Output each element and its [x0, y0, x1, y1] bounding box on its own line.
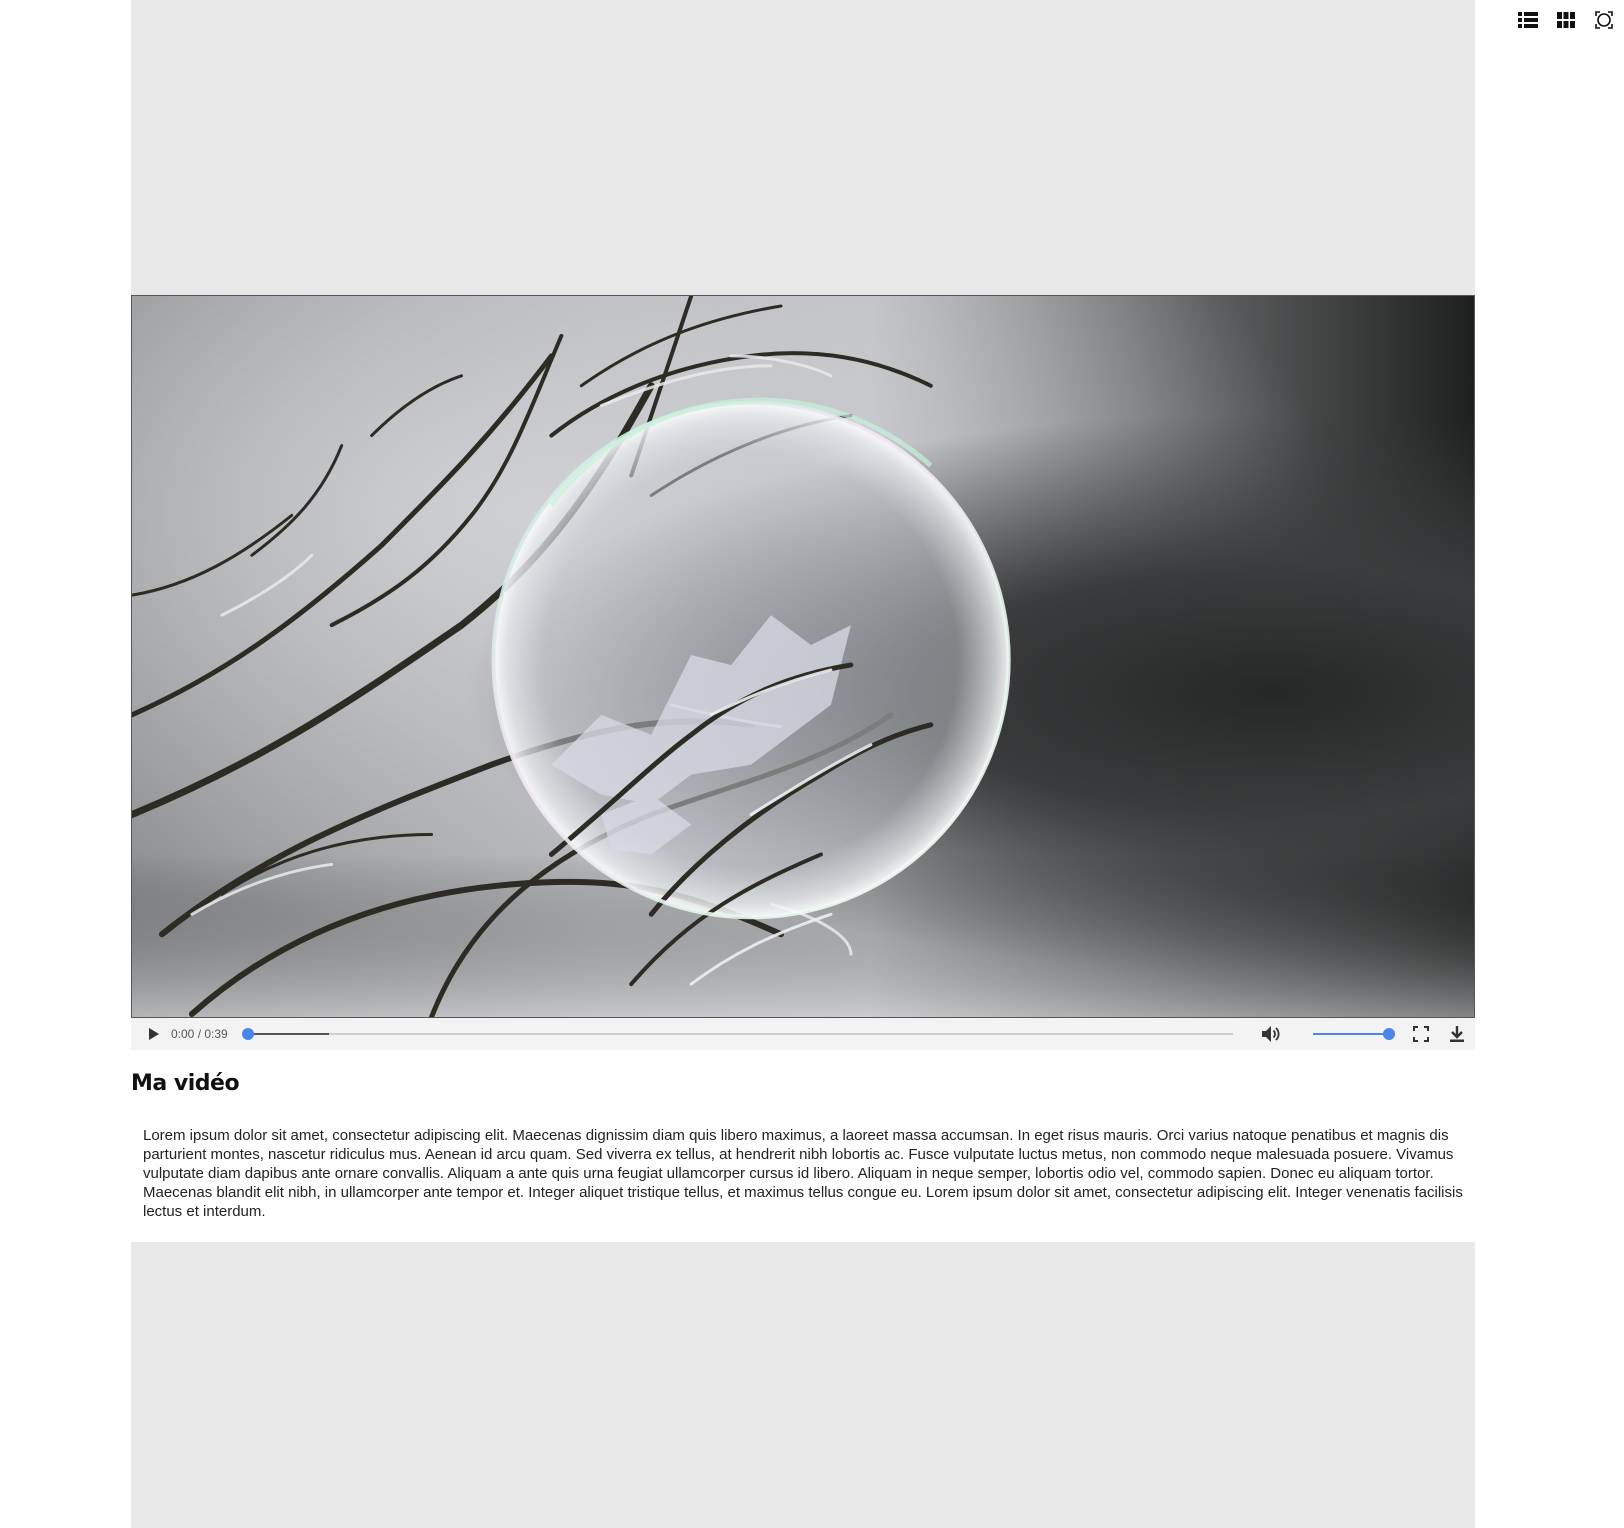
- video-frame[interactable]: [131, 295, 1475, 1018]
- play-icon[interactable]: [143, 1024, 163, 1044]
- video-description: Lorem ipsum dolor sit amet, consectetur …: [143, 1127, 1463, 1220]
- volume-slider[interactable]: [1313, 1028, 1395, 1040]
- progress-slider[interactable]: [241, 1028, 1233, 1040]
- time-display: 0:00 / 0:39: [171, 1027, 228, 1041]
- download-icon[interactable]: [1447, 1024, 1467, 1044]
- video-poster-image: [132, 296, 1474, 1017]
- placeholder-bottom: [131, 1242, 1475, 1528]
- video-title: Ma vidéo: [131, 1071, 240, 1096]
- fullscreen-icon[interactable]: [1411, 1024, 1431, 1044]
- placeholder-top: [131, 0, 1475, 295]
- volume-fill: [1313, 1033, 1389, 1035]
- video-player: 0:00 / 0:39: [131, 295, 1475, 1050]
- volume-thumb[interactable]: [1383, 1028, 1395, 1040]
- view-toolbar: [1516, 8, 1616, 32]
- progress-buffered: [247, 1033, 330, 1035]
- video-controls: 0:00 / 0:39: [131, 1018, 1475, 1050]
- list-view-icon[interactable]: [1516, 8, 1540, 32]
- grid-view-icon[interactable]: [1554, 8, 1578, 32]
- fullscreen-icon[interactable]: [1592, 8, 1616, 32]
- progress-thumb[interactable]: [241, 1028, 254, 1040]
- volume-icon[interactable]: [1261, 1024, 1281, 1044]
